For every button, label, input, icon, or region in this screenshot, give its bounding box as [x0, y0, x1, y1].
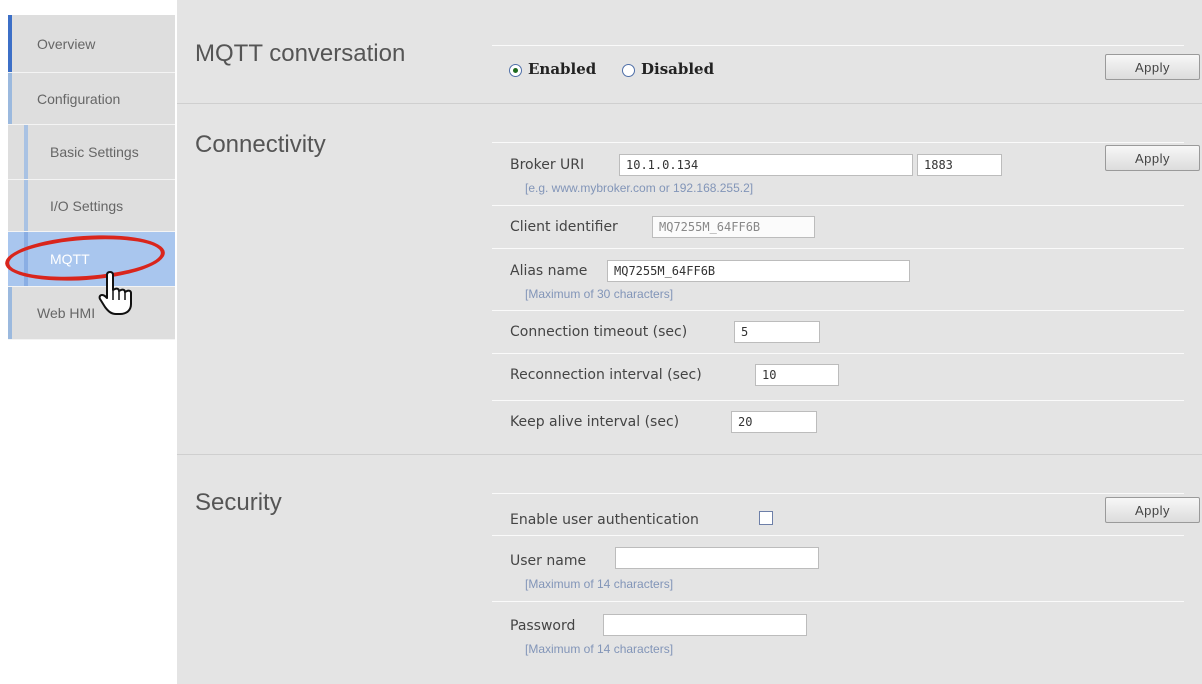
sidebar-item-label: MQTT [50, 251, 90, 267]
app-window: Overview Configuration Basic Settings I/… [0, 0, 1202, 684]
broker-port-input[interactable]: 1883 [917, 154, 1002, 176]
sidebar-item-basic-settings[interactable]: Basic Settings [8, 125, 175, 180]
username-row: User name [Maximum of 14 characters] [492, 535, 1184, 601]
sidebar-item-label: Web HMI [37, 305, 96, 321]
timeout-input[interactable]: 5 [734, 321, 820, 343]
alias-hint: [Maximum of 30 characters] [525, 287, 674, 301]
nav-indicator [8, 15, 12, 72]
sidebar-item-overview[interactable]: Overview [8, 15, 175, 73]
section-title: Security [195, 489, 282, 516]
client-id-field: MQ7255M_64FF6B [652, 216, 815, 238]
broker-uri-input[interactable]: 10.1.0.134 [619, 154, 913, 176]
nav-indicator [24, 232, 28, 286]
username-input[interactable] [615, 547, 819, 569]
alias-label: Alias name [510, 263, 588, 279]
client-id-label: Client identifier [510, 219, 618, 235]
alias-row: Alias name MQ7255M_64FF6B [Maximum of 30… [492, 248, 1184, 310]
username-hint: [Maximum of 14 characters] [525, 577, 674, 591]
client-id-row: Client identifier MQ7255M_64FF6B [492, 205, 1184, 248]
apply-button[interactable]: Apply [1105, 54, 1200, 80]
section-title: MQTT conversation [195, 40, 406, 67]
broker-uri-row: Broker URI 10.1.0.134 1883 [e.g. www.myb… [492, 142, 1184, 205]
password-hint: [Maximum of 14 characters] [525, 642, 674, 656]
broker-uri-label: Broker URI [510, 157, 585, 173]
sidebar-item-mqtt[interactable]: MQTT [8, 232, 175, 287]
password-label: Password [510, 618, 576, 634]
mqtt-enable-row: Enabled Disabled [492, 45, 1184, 95]
reconnect-label: Reconnection interval (sec) [510, 367, 702, 383]
sidebar-item-label: Configuration [37, 90, 121, 107]
keepalive-input[interactable]: 20 [731, 411, 817, 433]
password-row: Password [Maximum of 14 characters] [492, 601, 1184, 666]
reconnect-input[interactable]: 10 [755, 364, 839, 386]
password-input[interactable] [603, 614, 807, 636]
auth-checkbox[interactable] [759, 511, 773, 525]
section-title: Connectivity [195, 131, 326, 158]
keepalive-label: Keep alive interval (sec) [510, 414, 680, 430]
security-section: Security Apply Enable user authenticatio… [177, 454, 1202, 681]
nav-indicator [24, 180, 28, 231]
disabled-radio-label[interactable]: Disabled [641, 60, 714, 78]
alias-input[interactable]: MQ7255M_64FF6B [607, 260, 910, 282]
mqtt-conversation-section: MQTT conversation Enabled Disabled Apply [177, 8, 1202, 104]
auth-label: Enable user authentication [510, 512, 699, 528]
nav-indicator [8, 287, 12, 339]
enabled-radio[interactable] [509, 64, 522, 77]
auth-row: Enable user authentication [492, 493, 1184, 535]
enabled-radio-label[interactable]: Enabled [528, 60, 596, 78]
keepalive-row: Keep alive interval (sec) 20 [492, 400, 1184, 450]
main-content: MQTT conversation Enabled Disabled Apply… [177, 0, 1202, 684]
sidebar-item-label: Basic Settings [50, 144, 139, 160]
nav-indicator [8, 73, 12, 124]
sidebar-item-configuration[interactable]: Configuration [8, 73, 175, 125]
disabled-radio[interactable] [622, 64, 635, 77]
sidebar-item-label: I/O Settings [50, 197, 124, 214]
sidebar-item-io-settings[interactable]: I/O Settings [8, 180, 175, 232]
connectivity-section: Connectivity Apply Broker URI 10.1.0.134… [177, 103, 1202, 455]
sidebar-item-label: Overview [37, 35, 96, 52]
broker-uri-hint: [e.g. www.mybroker.com or 192.168.255.2] [525, 181, 754, 195]
nav-indicator [24, 125, 28, 179]
username-label: User name [510, 553, 587, 569]
timeout-row: Connection timeout (sec) 5 [492, 310, 1184, 353]
reconnect-row: Reconnection interval (sec) 10 [492, 353, 1184, 400]
timeout-label: Connection timeout (sec) [510, 324, 688, 340]
sidebar-item-web-hmi[interactable]: Web HMI [8, 287, 175, 340]
